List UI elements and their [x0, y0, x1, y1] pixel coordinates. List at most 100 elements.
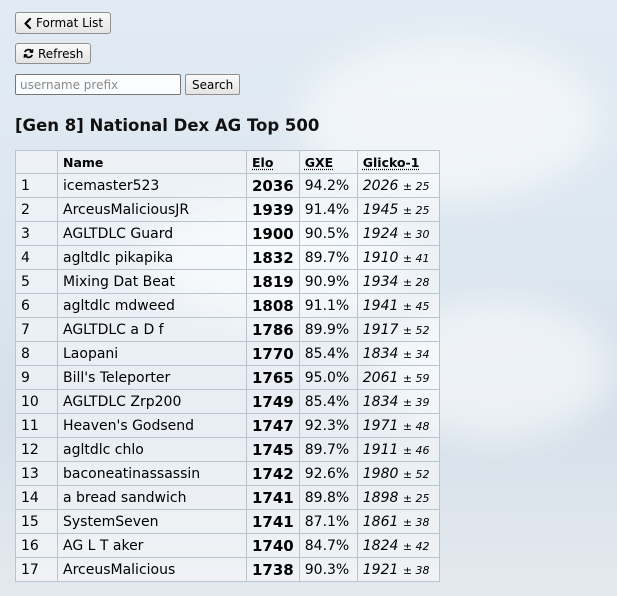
gxe-cell: 91.4% [298, 197, 358, 222]
glicko-cell: 1921 ± 38 [356, 557, 440, 582]
gxe-cell: 89.8% [298, 485, 358, 510]
rank-cell: 2 [15, 197, 58, 222]
gxe-cell: 90.3% [298, 557, 358, 582]
gxe-cell: 90.9% [298, 269, 358, 294]
glicko-deviation: ± 52 [402, 323, 430, 337]
table-row: 16 AG L T aker 1740 84.7% 1824 ± 42 [15, 533, 440, 558]
table-row: 8 Laopani 1770 85.4% 1834 ± 34 [15, 341, 440, 366]
gxe-cell: 85.4% [298, 341, 358, 366]
rank-cell: 8 [15, 341, 58, 366]
elo-cell: 1786 [246, 317, 300, 342]
elo-cell: 1749 [246, 389, 300, 414]
gxe-cell: 89.7% [298, 245, 358, 270]
glicko-rating: 1971 [362, 417, 399, 434]
player-name-cell[interactable]: AGLTDLC Zrp200 [57, 389, 247, 414]
glicko-rating: 1941 [362, 297, 399, 314]
glicko-deviation: ± 39 [402, 395, 430, 409]
elo-cell: 1832 [246, 245, 300, 270]
elo-cell: 1740 [246, 533, 300, 558]
rank-cell: 15 [15, 509, 58, 534]
glicko-deviation: ± 48 [402, 419, 430, 433]
elo-cell: 1741 [246, 485, 300, 510]
elo-cell: 1765 [246, 365, 300, 390]
player-name-cell[interactable]: Laopani [57, 341, 247, 366]
table-row: 6 agltdlc mdweed 1808 91.1% 1941 ± 45 [15, 293, 440, 318]
refresh-button[interactable]: Refresh [15, 43, 92, 64]
elo-cell: 1738 [246, 557, 300, 582]
glicko-deviation: ± 34 [402, 347, 430, 361]
player-name-cell[interactable]: ArceusMaliciousJR [57, 197, 247, 222]
player-name-cell[interactable]: Heaven's Godsend [57, 413, 247, 438]
table-row: 2 ArceusMaliciousJR 1939 91.4% 1945 ± 25 [15, 197, 440, 222]
glicko-cell: 1934 ± 28 [356, 269, 440, 294]
table-row: 10 AGLTDLC Zrp200 1749 85.4% 1834 ± 39 [15, 389, 440, 414]
search-button[interactable]: Search [185, 74, 241, 95]
table-row: 11 Heaven's Godsend 1747 92.3% 1971 ± 48 [15, 413, 440, 438]
player-name-cell[interactable]: agltdlc pikapika [57, 245, 247, 270]
elo-cell: 1770 [246, 341, 300, 366]
glicko-cell: 1834 ± 34 [356, 341, 440, 366]
table-row: 13 baconeatinassassin 1742 92.6% 1980 ± 52 [15, 461, 440, 486]
elo-cell: 2036 [246, 173, 300, 198]
glicko-cell: 1980 ± 52 [356, 461, 440, 486]
player-name-cell[interactable]: agltdlc chlo [57, 437, 247, 462]
rank-cell: 14 [15, 485, 58, 510]
rank-cell: 6 [15, 293, 58, 318]
player-name-cell[interactable]: Bill's Teleporter [57, 365, 247, 390]
glicko-rating: 1824 [362, 537, 399, 554]
player-name-cell[interactable]: a bread sandwich [57, 485, 247, 510]
rank-cell: 4 [15, 245, 58, 270]
gxe-cell: 89.9% [298, 317, 358, 342]
chevron-left-icon [23, 17, 32, 29]
ladder-table: Name Elo GXE Glicko-1 1 icemaster523 2036 9… [15, 150, 440, 582]
elo-cell: 1900 [246, 221, 300, 246]
rank-cell: 1 [15, 173, 58, 198]
glicko-deviation: ± 25 [402, 179, 430, 193]
elo-cell: 1745 [246, 437, 300, 462]
player-name-cell[interactable]: AGLTDLC a D f [57, 317, 247, 342]
table-row: 14 a bread sandwich 1741 89.8% 1898 ± 25 [15, 485, 440, 510]
glicko-deviation: ± 42 [402, 539, 430, 553]
glicko-cell: 1834 ± 39 [356, 389, 440, 414]
glicko-cell: 1910 ± 41 [356, 245, 440, 270]
glicko-deviation: ± 59 [402, 371, 430, 385]
player-name-cell[interactable]: agltdlc mdweed [57, 293, 247, 318]
glicko-cell: 2061 ± 59 [356, 365, 440, 390]
elo-cell: 1741 [246, 509, 300, 534]
elo-cell: 1742 [246, 461, 300, 486]
rank-cell: 10 [15, 389, 58, 414]
format-list-button[interactable]: Format List [15, 12, 112, 34]
rank-cell: 11 [15, 413, 58, 438]
table-row: 12 agltdlc chlo 1745 89.7% 1911 ± 46 [15, 437, 440, 462]
header-elo[interactable]: Elo [246, 150, 300, 174]
header-glicko[interactable]: Glicko-1 [356, 150, 440, 174]
gxe-cell: 89.7% [298, 437, 358, 462]
player-name-cell[interactable]: AGLTDLC Guard [57, 221, 247, 246]
table-row: 15 SystemSeven 1741 87.1% 1861 ± 38 [15, 509, 440, 534]
player-name-cell[interactable]: baconeatinassassin [57, 461, 247, 486]
glicko-deviation: ± 30 [402, 227, 430, 241]
glicko-deviation: ± 25 [402, 491, 430, 505]
player-name-cell[interactable]: ArceusMalicious [57, 557, 247, 582]
glicko-rating: 1980 [362, 465, 399, 482]
table-row: 9 Bill's Teleporter 1765 95.0% 2061 ± 59 [15, 365, 440, 390]
player-name-cell[interactable]: Mixing Dat Beat [57, 269, 247, 294]
glicko-cell: 1941 ± 45 [356, 293, 440, 318]
glicko-cell: 1911 ± 46 [356, 437, 440, 462]
username-search-input[interactable] [15, 74, 181, 95]
format-list-label: Format List [36, 16, 104, 30]
rank-cell: 5 [15, 269, 58, 294]
glicko-cell: 2026 ± 25 [356, 173, 440, 198]
glicko-rating: 1911 [362, 441, 399, 458]
player-name-cell[interactable]: SystemSeven [57, 509, 247, 534]
player-name-cell[interactable]: icemaster523 [57, 173, 247, 198]
rank-cell: 3 [15, 221, 58, 246]
header-gxe[interactable]: GXE [298, 150, 358, 174]
glicko-cell: 1824 ± 42 [356, 533, 440, 558]
glicko-rating: 1924 [362, 225, 399, 242]
player-name-cell[interactable]: AG L T aker [57, 533, 247, 558]
glicko-rating: 1910 [362, 249, 399, 266]
table-row: 5 Mixing Dat Beat 1819 90.9% 1934 ± 28 [15, 269, 440, 294]
glicko-deviation: ± 46 [402, 443, 430, 457]
glicko-rating: 1917 [362, 321, 399, 338]
